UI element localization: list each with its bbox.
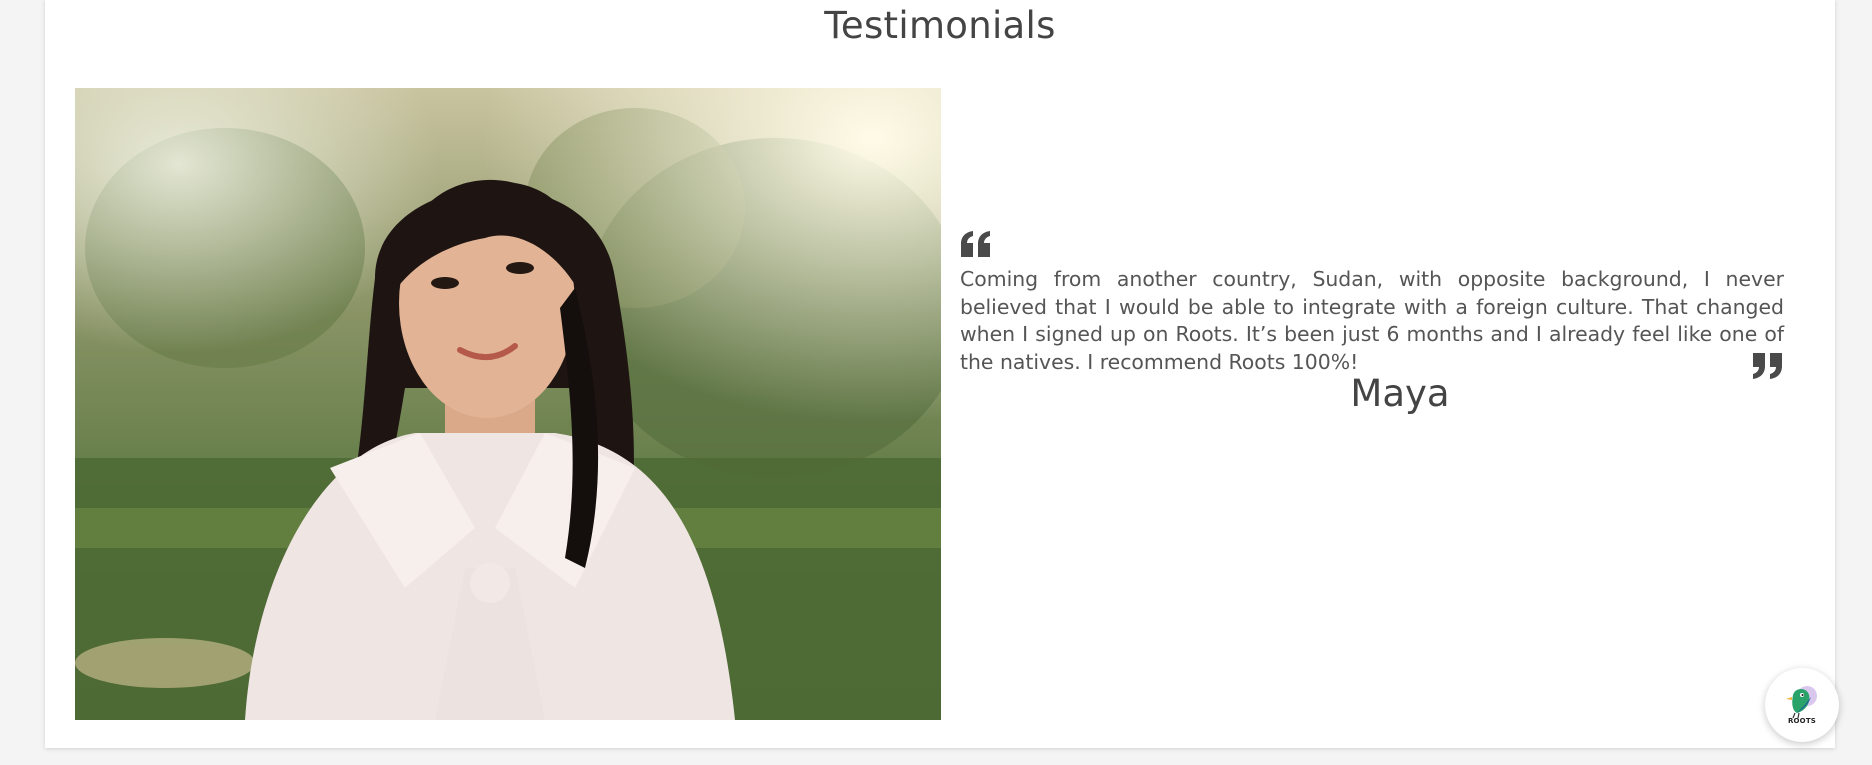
testimonial-quote: Coming from another country, Sudan, with… [960,267,1784,374]
testimonial-author: Maya [1350,372,1450,415]
quote-close-icon [1753,353,1782,379]
testimonial-photo [75,88,941,720]
roots-chat-button[interactable]: ROOTS [1765,668,1839,742]
testimonials-card: Testimonials Coming from another country… [45,0,1835,748]
roots-bird-logo-icon [1786,686,1817,719]
quote-open-icon [961,231,990,257]
chat-logo-text: ROOTS [1787,717,1817,725]
section-title: Testimonials [824,4,1056,47]
